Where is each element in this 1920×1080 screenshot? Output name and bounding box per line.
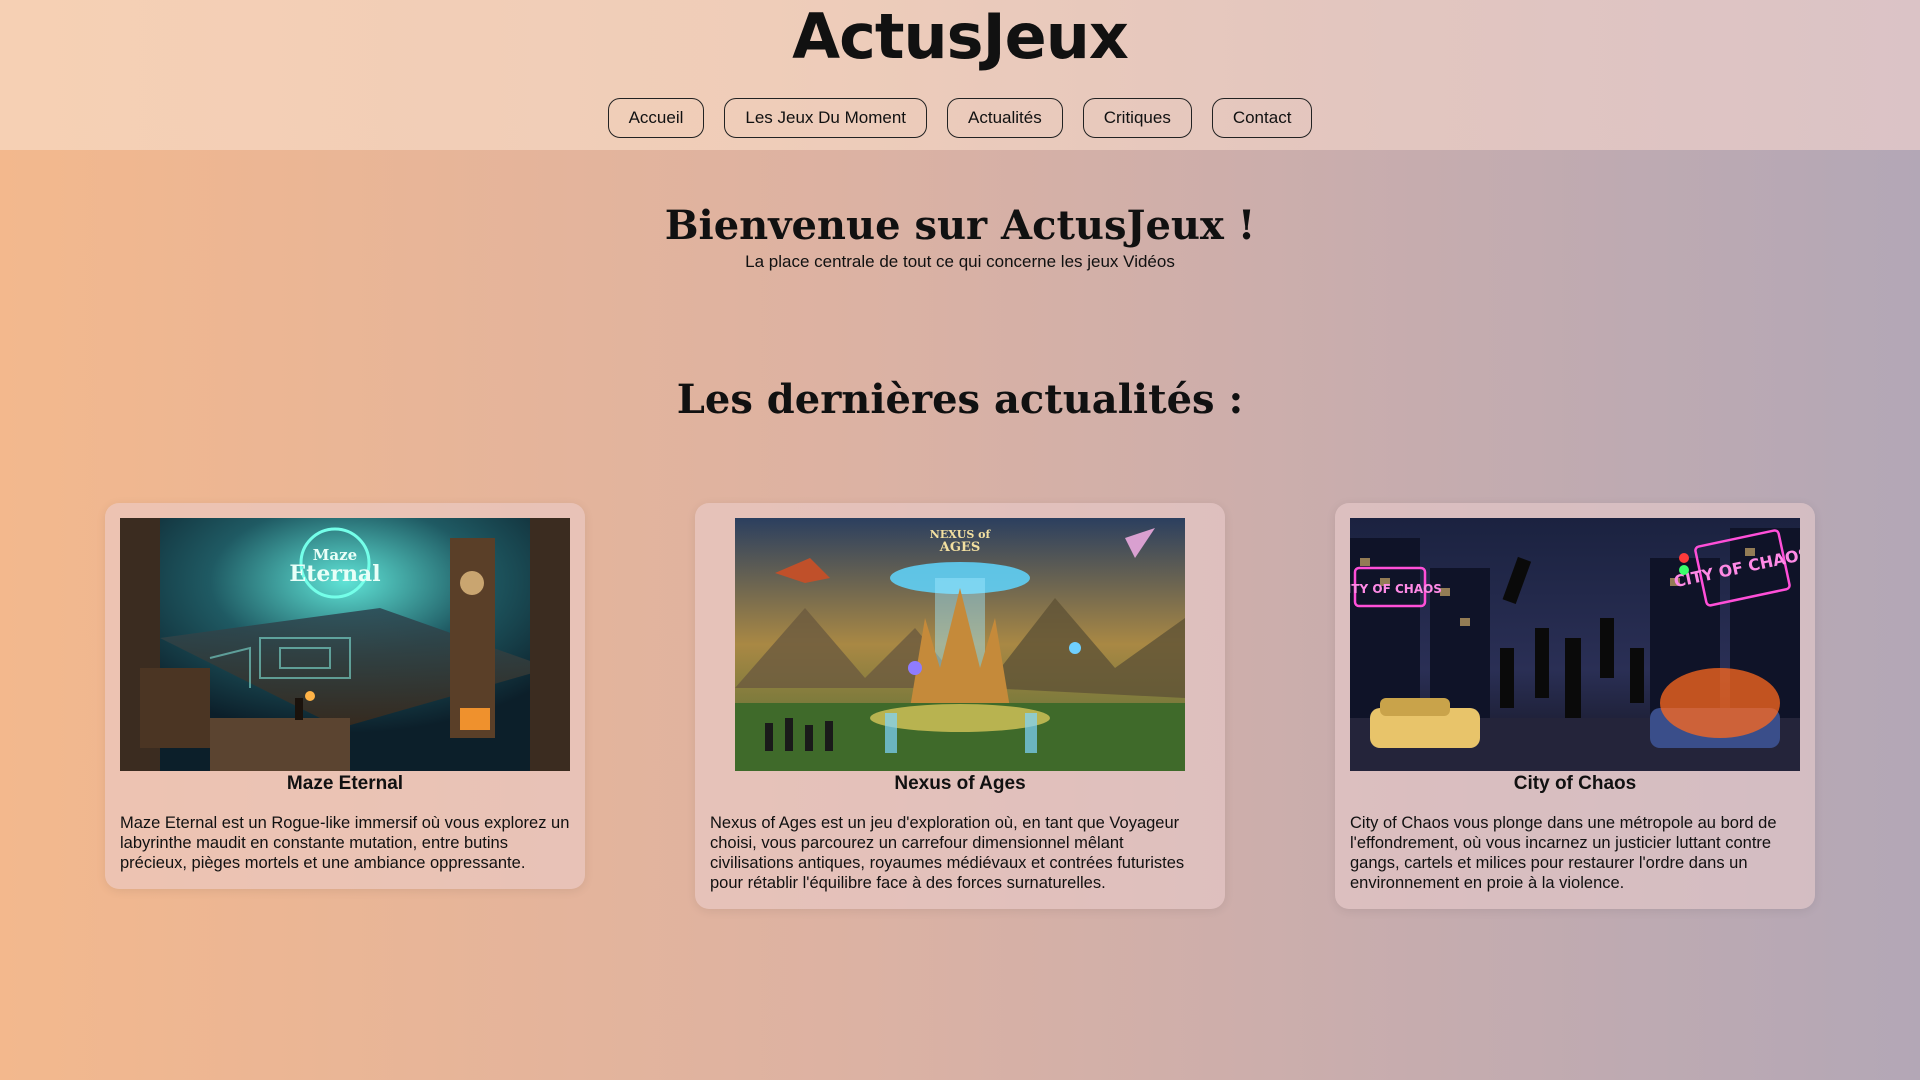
- card-title[interactable]: Maze Eternal: [120, 772, 570, 796]
- news-section-title: Les dernières actualités :: [676, 376, 1244, 423]
- svg-text:AGES: AGES: [939, 540, 981, 555]
- nav-critiques-button[interactable]: Critiques: [1082, 98, 1192, 138]
- card-description: Nexus of Ages est un jeu d'exploration o…: [710, 814, 1185, 892]
- card-description: City of Chaos vous plonge dans une métro…: [1350, 814, 1777, 892]
- news-card[interactable]: NEXUS of AGES Nexus of Ages Nexus of Age…: [695, 503, 1225, 909]
- card-title[interactable]: Nexus of Ages: [710, 772, 1210, 796]
- card-description: Maze Eternal est un Rogue-like immersif …: [120, 814, 570, 872]
- svg-text:Eternal: Eternal: [289, 561, 380, 587]
- svg-text:CITY OF CHAOS: CITY OF CHAOS: [1350, 582, 1442, 596]
- nav-accueil-button[interactable]: Accueil: [607, 98, 705, 138]
- city-of-chaos-image[interactable]: CITY OF CHAOS CITY OF CHAOS: [1350, 518, 1800, 771]
- hero-subtitle: La place centrale de tout ce qui concern…: [745, 252, 1175, 271]
- nav-contact-button[interactable]: Contact: [1211, 98, 1313, 138]
- nav-actualites-button[interactable]: Actualités: [947, 98, 1063, 138]
- maze-eternal-image[interactable]: Maze Eternal: [120, 518, 570, 771]
- nav-jeux-du-moment-button[interactable]: Les Jeux Du Moment: [724, 98, 928, 138]
- hero-title: Bienvenue sur ActusJeux !: [664, 202, 1256, 249]
- news-card[interactable]: Maze Eternal Maze Eternal Maze Eternal e…: [105, 503, 585, 889]
- site-header: ActusJeux Accueil Les Jeux Du Moment Act…: [0, 0, 1920, 150]
- main-nav: Accueil Les Jeux Du Moment Actualités Cr…: [0, 98, 1920, 138]
- nexus-of-ages-image[interactable]: NEXUS of AGES: [735, 518, 1185, 771]
- card-title[interactable]: City of Chaos: [1350, 772, 1800, 796]
- site-logo[interactable]: ActusJeux: [0, 2, 1920, 72]
- news-card[interactable]: CITY OF CHAOS CITY OF CHAOS City of Chao…: [1335, 503, 1815, 909]
